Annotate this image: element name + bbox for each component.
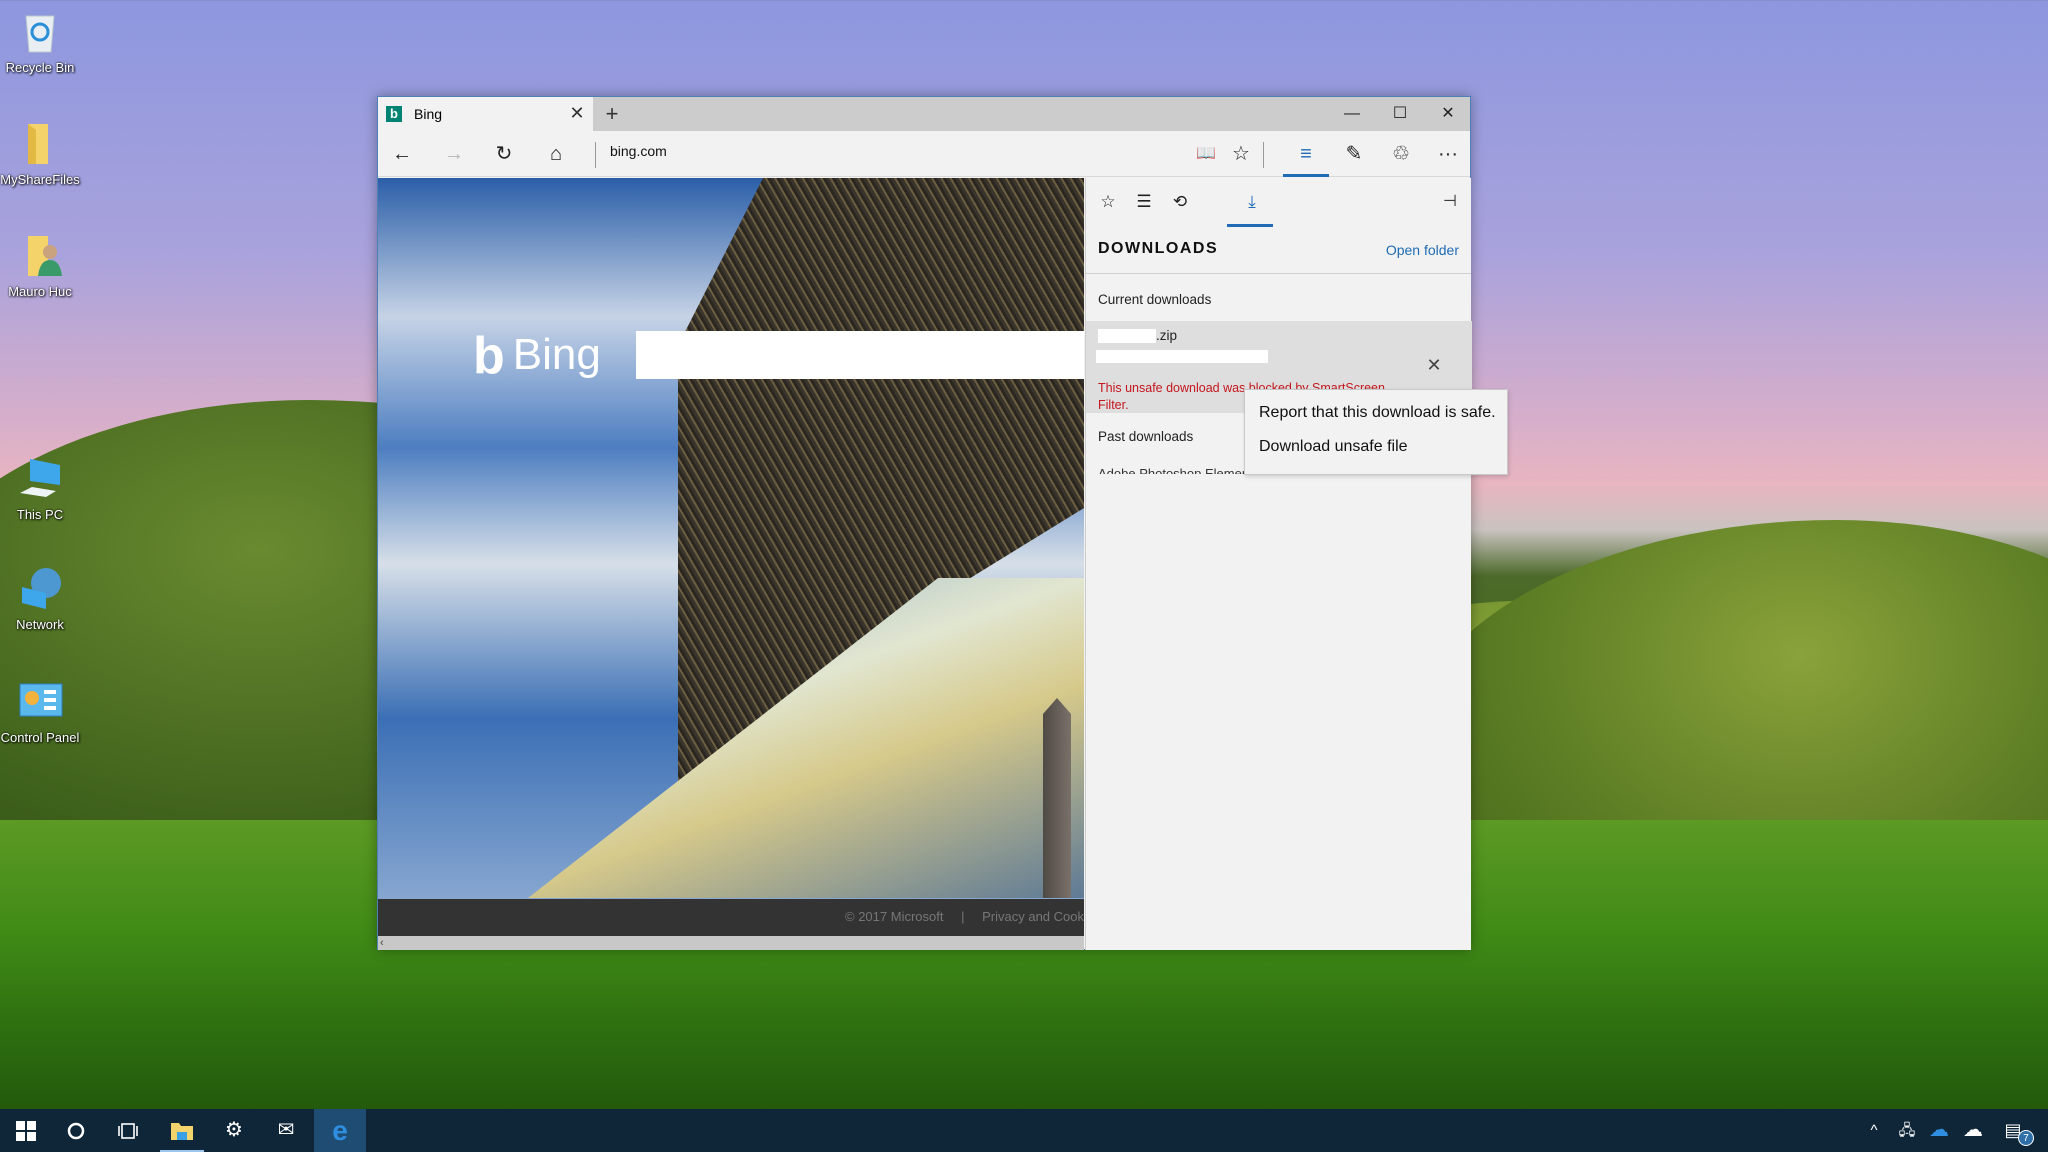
address-bar[interactable]: bing.com [610, 143, 667, 159]
file-explorer-icon [171, 1122, 193, 1140]
tab-bing[interactable]: b Bing ✕ [378, 97, 593, 131]
computer-icon [16, 455, 64, 503]
scroll-left-icon[interactable]: ‹ [380, 936, 384, 950]
desktop-icon-this-pc[interactable]: This PC [0, 455, 80, 522]
taskbar-mail[interactable]: ✉ [260, 1109, 312, 1152]
network-icon [16, 565, 64, 613]
redacted-source [1096, 350, 1268, 363]
downloads-heading: DOWNLOADS [1098, 240, 1219, 257]
past-downloads-label: Past downloads [1098, 429, 1194, 444]
start-button[interactable] [0, 1109, 52, 1152]
cortana-icon [67, 1122, 85, 1139]
folder-icon [16, 120, 64, 168]
redacted-filename [1098, 329, 1156, 343]
windows-logo-icon [16, 1120, 36, 1141]
desktop-icon-recycle-bin[interactable]: Recycle Bin [0, 8, 80, 75]
report-safe-menu-item[interactable]: Report that this download is safe. [1259, 404, 1496, 422]
favorite-star-button[interactable]: ☆ [1223, 138, 1259, 170]
bing-search-input[interactable] [636, 331, 1084, 379]
hub-active-indicator [1283, 174, 1329, 177]
new-tab-button[interactable]: + [598, 101, 626, 127]
desktop-icon-control-panel[interactable]: Control Panel [0, 678, 80, 745]
bing-page: b Bing © 2017 Microsoft | Privacy and Coo… [378, 178, 1084, 950]
home-button[interactable]: ⌂ [538, 138, 574, 170]
close-tab-button[interactable]: ✕ [566, 102, 588, 124]
title-bar[interactable]: b Bing ✕ + — ☐ ✕ [378, 97, 1470, 131]
background-monument [1043, 698, 1071, 898]
download-unsafe-menu-item[interactable]: Download unsafe file [1259, 438, 1408, 456]
hub-tab-favorites[interactable]: ☆ [1090, 186, 1126, 218]
control-panel-icon [16, 678, 64, 726]
web-note-button[interactable]: ✎ [1336, 138, 1372, 170]
footer-separator: | [961, 909, 965, 924]
navigation-toolbar: ← → ↻ ⌂ bing.com 📖 ☆ ≡ ✎ ♲ ··· [378, 131, 1470, 177]
edge-browser-window: b Bing ✕ + — ☐ ✕ ← → ↻ ⌂ bing.com 📖 ☆ ≡ … [377, 96, 1472, 950]
toolbar-separator [1263, 142, 1264, 168]
hub-tab-downloads[interactable]: ⤓ [1234, 186, 1270, 218]
pin-pane-button[interactable]: ⊣ [1434, 186, 1466, 218]
maximize-button[interactable]: ☐ [1376, 97, 1424, 131]
notification-count-badge: 7 [2018, 1130, 2034, 1146]
task-view-button[interactable] [102, 1109, 154, 1152]
download-context-menu: Report that this download is safe. Downl… [1244, 389, 1508, 475]
downloads-tab-indicator [1227, 224, 1273, 227]
hub-divider [1086, 273, 1471, 274]
taskbar: ⚙ ✉ e ^ 🖧 ☁ ☁ ▤ 7 [0, 1109, 2048, 1152]
hub-tab-reading-list[interactable]: ☰ [1126, 186, 1162, 218]
desktop-icon-network[interactable]: Network [0, 565, 80, 632]
download-filename: .zip [1156, 328, 1178, 343]
horizontal-scrollbar[interactable]: ‹ [378, 936, 1084, 950]
taskbar-edge[interactable]: e [314, 1109, 366, 1152]
hub-tab-history[interactable]: ⟲ [1162, 186, 1198, 218]
bing-favicon-icon: b [386, 106, 402, 122]
user-folder-icon [16, 232, 64, 280]
network-tray-icon[interactable]: 🖧 [1894, 1109, 1920, 1152]
reading-view-button[interactable]: 📖 [1188, 138, 1224, 170]
action-center-button[interactable]: ▤ 7 [2000, 1109, 2034, 1152]
more-button[interactable]: ··· [1430, 138, 1466, 170]
onedrive-business-tray-icon[interactable]: ☁ [1926, 1109, 1952, 1152]
hub-button[interactable]: ≡ [1288, 138, 1324, 170]
privacy-link[interactable]: Privacy and Cook [982, 909, 1084, 924]
taskbar-settings[interactable]: ⚙ [208, 1109, 260, 1152]
share-button[interactable]: ♲ [1383, 138, 1419, 170]
minimize-button[interactable]: — [1328, 97, 1376, 131]
copyright-text: © 2017 Microsoft [845, 909, 944, 924]
close-window-button[interactable]: ✕ [1424, 97, 1472, 131]
page-footer: © 2017 Microsoft | Privacy and Cook [378, 899, 1084, 936]
onedrive-tray-icon[interactable]: ☁ [1960, 1109, 1986, 1152]
tab-title: Bing [414, 106, 443, 122]
desktop-icon-user-folder[interactable]: Mauro Huc [0, 232, 80, 299]
refresh-button[interactable]: ↻ [486, 138, 522, 170]
task-view-icon [118, 1122, 138, 1139]
bing-logo-icon: b [473, 327, 505, 385]
desktop-icon-mysharefiles[interactable]: MyShareFiles [0, 120, 80, 187]
recycle-bin-icon [16, 8, 64, 56]
cortana-button[interactable] [50, 1109, 102, 1152]
forward-button[interactable]: → [436, 138, 472, 170]
current-downloads-label: Current downloads [1098, 292, 1212, 307]
back-button[interactable]: ← [384, 138, 420, 170]
open-folder-link[interactable]: Open folder [1386, 242, 1459, 258]
downloads-hub-panel: ☆ ☰ ⟲ ⤓ ⊣ DOWNLOADS Open folder Current … [1085, 178, 1472, 950]
address-separator [595, 142, 596, 168]
remove-download-button[interactable]: ✕ [1422, 353, 1446, 377]
taskbar-file-explorer[interactable] [156, 1109, 208, 1152]
bing-logo[interactable]: b Bing [473, 326, 601, 386]
show-hidden-icons-button[interactable]: ^ [1862, 1109, 1886, 1152]
